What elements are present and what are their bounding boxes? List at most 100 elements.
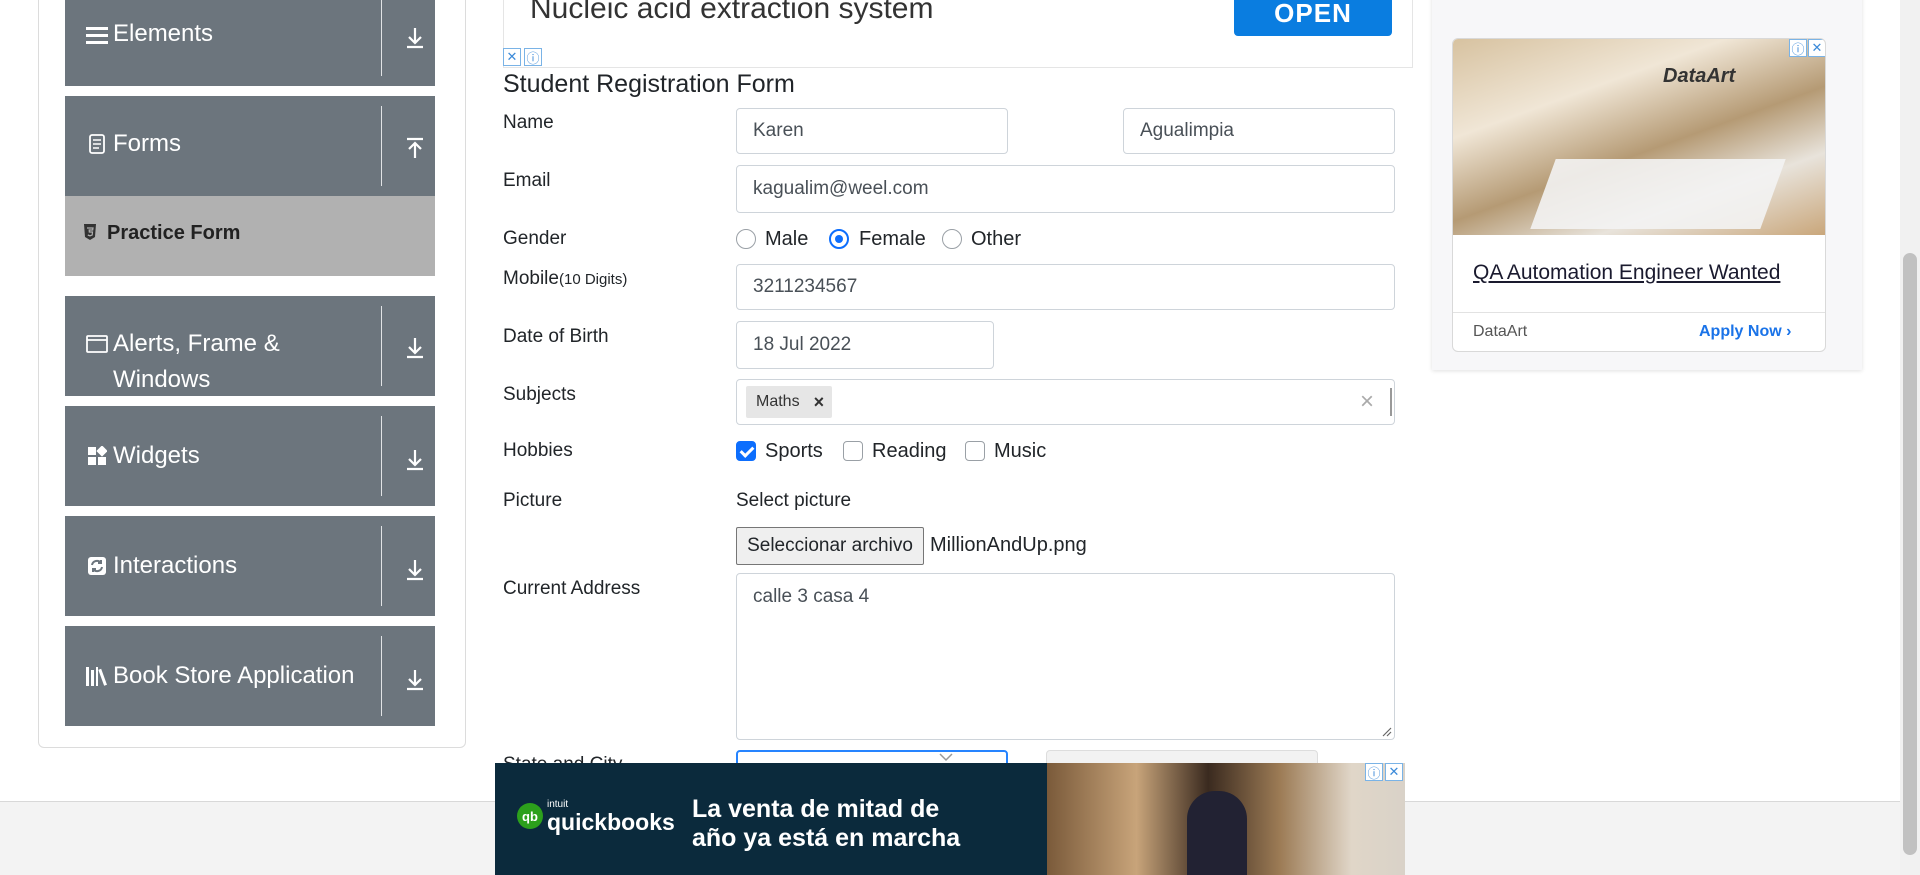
apply-now-link[interactable]: Apply Now › [1699, 323, 1791, 341]
gender-female-label[interactable]: Female [859, 228, 926, 251]
mobile-hint: (10 Digits) [558, 271, 628, 288]
email-label: Email [503, 170, 551, 191]
ad-headline[interactable]: QA Automation Engineer Wanted [1473, 261, 1780, 285]
hobby-music-label[interactable]: Music [994, 440, 1046, 463]
picture-label: Picture [503, 490, 563, 511]
apply-now-label: Apply Now [1699, 323, 1782, 340]
resize-handle-icon[interactable] [1380, 725, 1392, 737]
office-photo: DataArt ⓘ ✕ [1453, 39, 1825, 235]
reception-desk-shape [1530, 159, 1786, 229]
dob-label: Date of Birth [503, 326, 609, 347]
ad-advertiser: DataArt [1473, 323, 1528, 340]
subject-chip-label: Maths [756, 393, 800, 410]
choose-file-button[interactable]: Seleccionar archivo [736, 527, 924, 565]
subjects-label: Subjects [503, 384, 576, 405]
sidebar-item-label: Practice Form [107, 222, 241, 244]
date-of-birth-input[interactable]: 18 Jul 2022 [736, 321, 994, 369]
scrollbar-thumb[interactable] [1903, 253, 1917, 855]
upload-arrow-icon[interactable] [401, 134, 429, 162]
mobile-input[interactable]: 3211234567 [736, 264, 1395, 310]
divider [381, 106, 382, 186]
first-name-input[interactable]: Karen [736, 108, 1008, 154]
html5-icon [83, 224, 97, 245]
sidebar-group-alerts-frame-windows[interactable]: Alerts, Frame & Windows [65, 296, 435, 396]
sidebar-group-label: Interactions [113, 552, 238, 579]
current-address-label: Current Address [503, 578, 641, 599]
sidebar-item-practice-form[interactable]: Practice Form [65, 196, 435, 276]
ad-text-line1: La venta de mitad de [692, 795, 940, 823]
sidebar-group-label: Alerts, Frame & [113, 330, 280, 357]
download-arrow-icon[interactable] [401, 334, 429, 362]
divider [1390, 388, 1392, 416]
gender-female-radio[interactable] [829, 229, 849, 249]
divider [381, 636, 382, 716]
ad-photo: ⓘ ✕ [1047, 763, 1405, 875]
divider [1453, 312, 1825, 313]
ad-text-line2: año ya está en marcha [692, 824, 961, 852]
divider [381, 416, 382, 496]
name-label: Name [503, 112, 554, 133]
sidebar-group-label: Widgets [113, 442, 200, 469]
ad-info-icon[interactable]: ⓘ [1365, 763, 1383, 781]
last-name-input[interactable]: Agualimpia [1123, 108, 1395, 154]
ad-info-icon[interactable]: ⓘ [524, 48, 542, 66]
sidebar-group-book-store[interactable]: Book Store Application [65, 626, 435, 726]
hobbies-label: Hobbies [503, 440, 573, 461]
hobby-music-checkbox[interactable] [965, 441, 985, 461]
ad-open-button[interactable]: OPEN [1234, 0, 1392, 36]
mobile-label: Mobile(10 Digits) [503, 268, 627, 290]
dataart-logo: DataArt [1663, 65, 1736, 87]
quickbooks-logo-icon: qb [517, 803, 543, 829]
bottom-advertisement[interactable]: qb intuit quickbooks La venta de mitad d… [495, 763, 1405, 875]
mobile-label-text: Mobile [503, 268, 559, 289]
widgets-icon [85, 444, 109, 468]
page-title: Student Registration Form [503, 70, 795, 98]
gender-male-label[interactable]: Male [765, 228, 808, 251]
subjects-input[interactable] [736, 379, 1395, 425]
chevron-down-icon [939, 753, 953, 762]
hobby-reading-label[interactable]: Reading [872, 440, 947, 463]
gender-other-radio[interactable] [942, 229, 962, 249]
ad-close-icon[interactable]: ✕ [1385, 763, 1403, 781]
download-arrow-icon[interactable] [401, 666, 429, 694]
sidebar-group-elements[interactable]: Elements [65, 0, 435, 86]
gender-label: Gender [503, 228, 567, 249]
ad-close-icon[interactable]: ✕ [503, 48, 521, 66]
current-address-value: calle 3 casa 4 [753, 586, 870, 607]
divider [381, 526, 382, 606]
books-icon [85, 664, 109, 688]
sidebar-group-label: Forms [113, 130, 181, 157]
download-arrow-icon[interactable] [401, 446, 429, 474]
hamburger-icon [85, 24, 109, 48]
divider [381, 306, 382, 386]
sidebar-group-label: Book Store Application [113, 662, 355, 689]
ad-headline: Nucleic acid extraction system [530, 0, 934, 25]
ad-close-icon[interactable]: ✕ [1808, 39, 1825, 57]
divider [381, 0, 382, 76]
select-picture-label: Select picture [736, 490, 852, 511]
chip-remove-icon[interactable]: × [814, 392, 825, 413]
quickbooks-brand: quickbooks [547, 809, 675, 835]
sidebar-group-widgets[interactable]: Widgets [65, 406, 435, 506]
gender-other-label[interactable]: Other [971, 228, 1021, 251]
sidebar-group-interactions[interactable]: Interactions [65, 516, 435, 616]
hobby-reading-checkbox[interactable] [843, 441, 863, 461]
hobby-sports-label[interactable]: Sports [765, 440, 823, 463]
sidebar-group-forms[interactable]: Forms [65, 96, 435, 196]
interactions-icon [85, 554, 109, 578]
subject-chip: Maths × [746, 386, 833, 418]
person-silhouette [1187, 791, 1247, 875]
window-icon [85, 332, 109, 356]
chevron-right-icon: › [1786, 323, 1792, 340]
hobby-sports-checkbox[interactable] [736, 441, 756, 461]
download-arrow-icon[interactable] [401, 24, 429, 52]
gender-male-radio[interactable] [736, 229, 756, 249]
document-icon [85, 132, 109, 156]
ad-info-icon[interactable]: ⓘ [1789, 39, 1807, 57]
email-input[interactable]: kagualim@weel.com [736, 165, 1395, 213]
current-address-textarea[interactable]: calle 3 casa 4 [736, 573, 1395, 740]
side-ad-card[interactable]: DataArt ⓘ ✕ QA Automation Engineer Wante… [1452, 38, 1826, 352]
sidebar-group-label-line2: Windows [113, 366, 211, 393]
clear-icon[interactable]: × [1360, 388, 1374, 416]
download-arrow-icon[interactable] [401, 556, 429, 584]
